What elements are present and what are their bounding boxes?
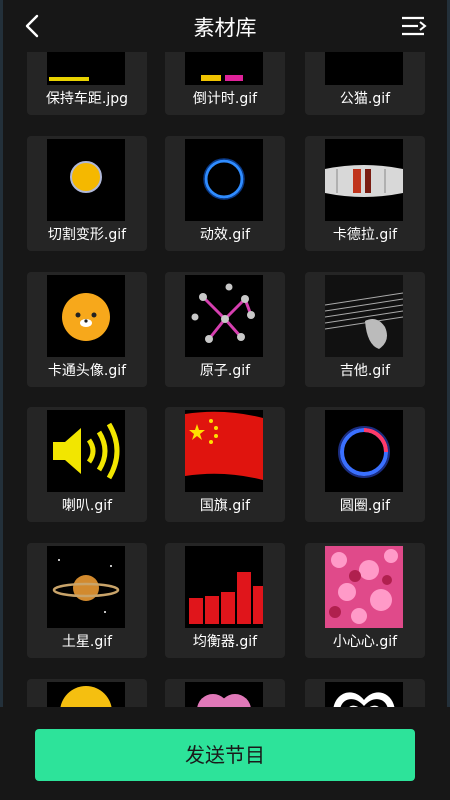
material-thumbnail	[325, 139, 403, 221]
material-card[interactable]: 倒计时.gif	[165, 52, 285, 115]
send-program-button[interactable]: 发送节目	[35, 729, 415, 781]
page-title: 素材库	[193, 16, 257, 40]
material-thumbnail	[47, 139, 125, 221]
material-thumbnail	[185, 546, 263, 628]
material-thumbnail	[185, 682, 263, 707]
material-label: 小心心.gif	[332, 634, 398, 650]
material-thumbnail	[325, 682, 403, 707]
material-thumbnail	[185, 275, 263, 357]
menu-button[interactable]	[400, 12, 428, 40]
material-label: 喇叭.gif	[61, 498, 113, 514]
material-card[interactable]: 动效.gif	[165, 136, 285, 251]
material-card[interactable]: 小心心.gif	[305, 543, 425, 658]
footer: 发送节目	[0, 707, 450, 800]
material-card[interactable]	[305, 679, 425, 707]
material-thumbnail	[325, 52, 403, 85]
material-card[interactable]: 国旗.gif	[165, 407, 285, 522]
material-card[interactable]: 均衡器.gif	[165, 543, 285, 658]
material-label: 公猫.gif	[339, 91, 391, 107]
material-card[interactable]: 原子.gif	[165, 272, 285, 387]
material-card[interactable]: 喇叭.gif	[27, 407, 147, 522]
material-thumbnail	[47, 410, 125, 492]
material-label: 动效.gif	[199, 227, 251, 243]
material-label: 卡德拉.gif	[332, 227, 398, 243]
material-label: 原子.gif	[199, 363, 251, 379]
material-label: 国旗.gif	[199, 498, 251, 514]
material-card[interactable]: 保持车距.jpg	[27, 52, 147, 115]
material-card[interactable]: 公猫.gif	[305, 52, 425, 115]
screen: 素材库 保持车距.jpg 倒计时.gif 公猫.gif 切割变形.gif 动效.…	[0, 0, 450, 800]
material-thumbnail	[325, 410, 403, 492]
material-label: 土星.gif	[61, 634, 113, 650]
material-grid: 保持车距.jpg 倒计时.gif 公猫.gif 切割变形.gif 动效.gif …	[0, 52, 450, 707]
material-label: 均衡器.gif	[192, 634, 258, 650]
material-card[interactable]: 吉他.gif	[305, 272, 425, 387]
material-label: 保持车距.jpg	[45, 91, 129, 107]
material-thumbnail	[47, 275, 125, 357]
material-card[interactable]	[165, 679, 285, 707]
material-thumbnail	[47, 52, 125, 85]
material-thumbnail	[47, 546, 125, 628]
list-menu-icon	[402, 16, 427, 36]
material-card[interactable]: 圆圈.gif	[305, 407, 425, 522]
material-label: 圆圈.gif	[339, 498, 391, 514]
material-thumbnail	[325, 546, 403, 628]
material-thumbnail	[185, 139, 263, 221]
material-label: 吉他.gif	[339, 363, 391, 379]
material-thumbnail	[325, 275, 403, 357]
material-thumbnail	[185, 410, 263, 492]
material-label: 倒计时.gif	[192, 91, 258, 107]
material-label: 切割变形.gif	[47, 227, 127, 243]
material-card[interactable]: 卡德拉.gif	[305, 136, 425, 251]
material-thumbnail	[47, 682, 125, 707]
header: 素材库	[0, 0, 450, 52]
material-card[interactable]: 切割变形.gif	[27, 136, 147, 251]
material-thumbnail	[185, 52, 263, 85]
material-card[interactable]: 卡通头像.gif	[27, 272, 147, 387]
material-label: 卡通头像.gif	[47, 363, 127, 379]
material-card[interactable]	[27, 679, 147, 707]
material-card[interactable]: 土星.gif	[27, 543, 147, 658]
